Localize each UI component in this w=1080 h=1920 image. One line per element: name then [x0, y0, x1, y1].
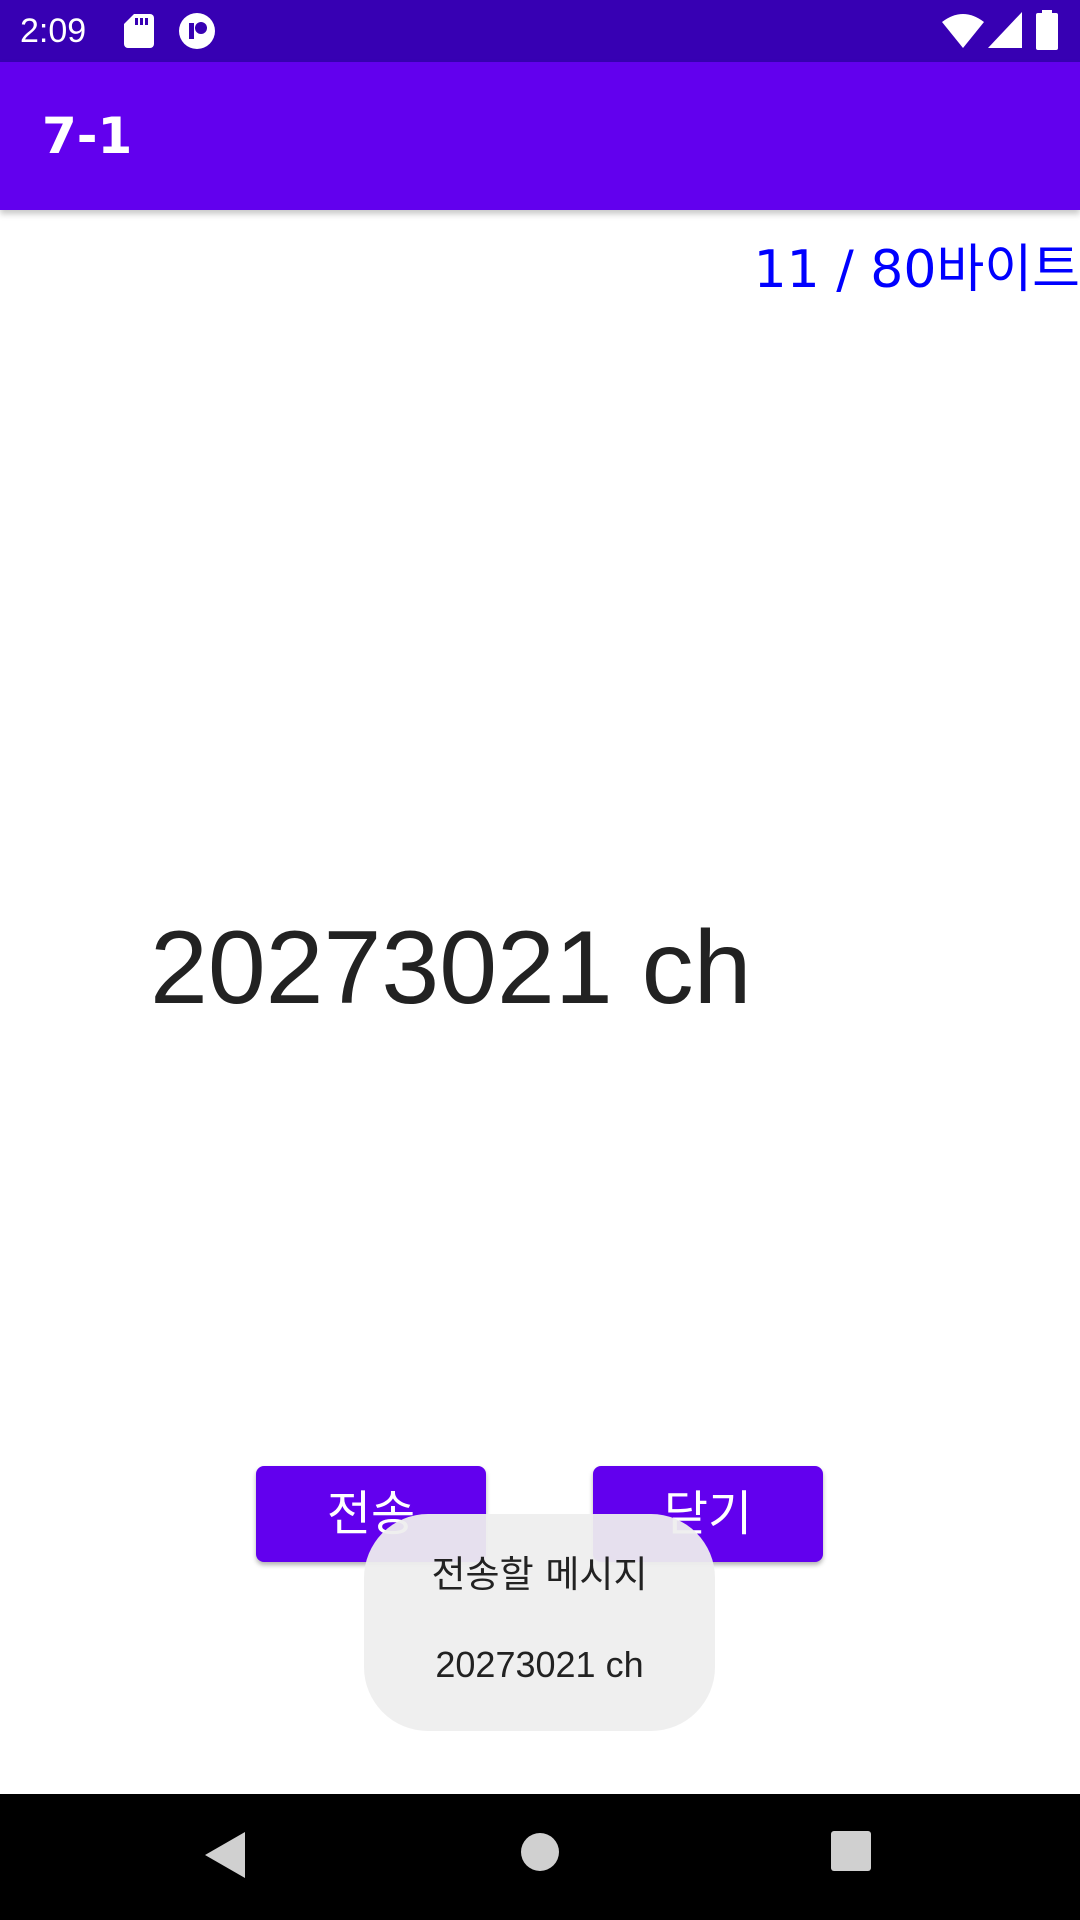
status-time: 2:09	[20, 12, 87, 50]
app-title: 7-1	[42, 107, 133, 165]
wifi-icon	[942, 14, 984, 48]
back-icon[interactable]	[205, 1832, 245, 1878]
home-icon[interactable]	[520, 1832, 560, 1872]
sd-card-icon	[124, 14, 154, 48]
byte-counter: 11 / 80바이트	[753, 240, 1080, 300]
recents-icon[interactable]	[831, 1831, 871, 1871]
app-notification-icon	[179, 13, 215, 49]
toast-title: 전송할 메시지	[431, 1553, 648, 1596]
cellular-signal-icon	[988, 12, 1022, 48]
message-input[interactable]	[150, 908, 910, 1028]
navigation-bar	[0, 1794, 1080, 1920]
toast: 전송할 메시지 20273021 ch	[364, 1514, 715, 1731]
toast-message: 20273021 ch	[435, 1644, 644, 1685]
battery-icon	[1036, 10, 1058, 50]
status-bar: 2:09	[0, 0, 1080, 62]
app-bar: 7-1	[0, 62, 1080, 210]
